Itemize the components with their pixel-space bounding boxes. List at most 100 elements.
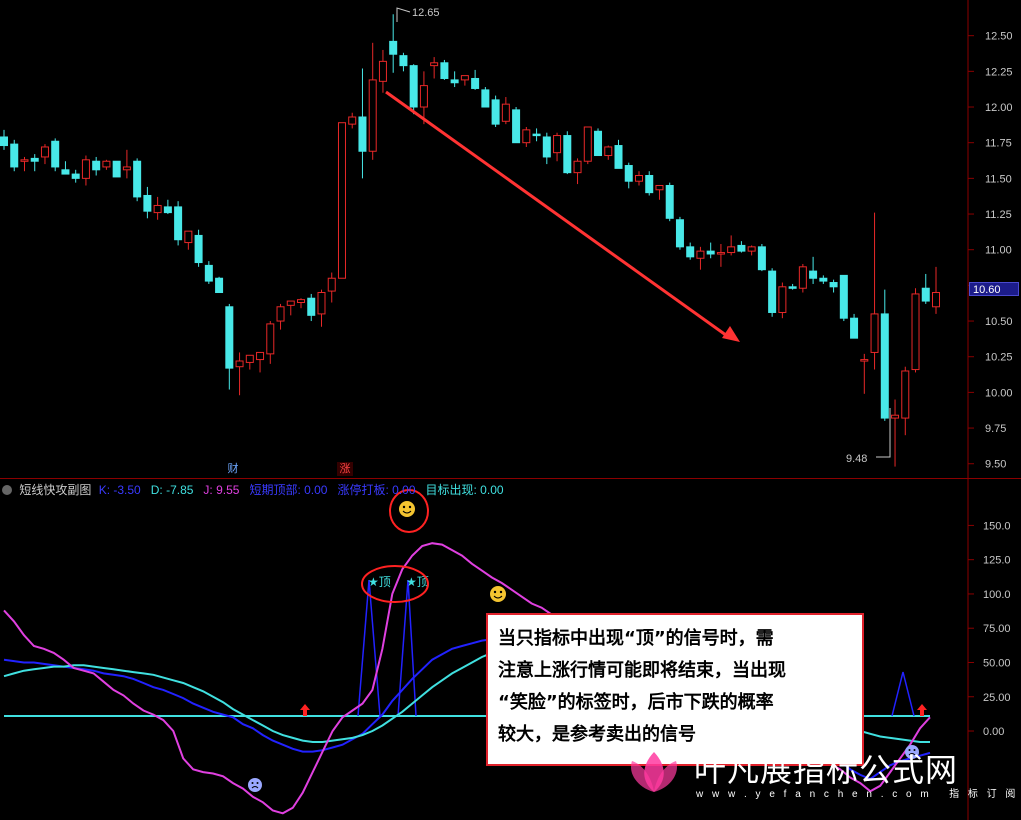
candle	[757, 243, 766, 272]
candle	[706, 242, 715, 259]
candle	[358, 68, 367, 179]
up-arrow-icon	[917, 704, 927, 716]
candle	[696, 246, 705, 270]
candle-body	[911, 293, 920, 371]
candle	[327, 272, 336, 303]
tail-spike	[891, 671, 915, 717]
candle	[522, 126, 531, 147]
candle	[204, 261, 213, 284]
candle	[747, 245, 756, 256]
candle-body	[430, 62, 439, 67]
candle-body	[747, 246, 756, 252]
candle	[737, 241, 746, 253]
candle	[153, 196, 162, 220]
trend-arrow-line	[385, 90, 731, 340]
indicator-tick-label: 0.00	[983, 726, 1004, 738]
candle	[133, 158, 142, 202]
candle	[778, 282, 787, 319]
candle	[634, 171, 643, 186]
candle-body	[460, 75, 469, 81]
indicator-header: 短线快攻副图 K: -3.50 D: -7.85 J: 9.55 短期顶部: 0.00…	[0, 481, 518, 497]
candle-body	[512, 109, 521, 144]
price-tick-label: 12.00	[985, 102, 1013, 114]
up-arrow-icon	[300, 704, 310, 716]
price-tick-label: 11.50	[985, 173, 1012, 185]
candle	[553, 132, 562, 162]
candle	[92, 156, 101, 176]
event-tag-limit-up: 涨	[337, 462, 353, 476]
candle-body	[839, 274, 848, 319]
candle	[235, 352, 244, 396]
legend-item: 涨停打板: 0.00	[337, 483, 416, 497]
candle	[122, 149, 131, 179]
candle	[10, 139, 19, 172]
candle	[256, 351, 265, 373]
watermark: 叶凡展指标公式网 w w w . y e f a n c h e n . c o…	[624, 745, 1015, 805]
candle-body	[553, 135, 562, 154]
candle	[850, 313, 859, 339]
candle-body	[51, 140, 60, 168]
candle-body	[194, 234, 203, 264]
candle	[809, 256, 818, 284]
candle-body	[788, 286, 797, 289]
candle-body	[307, 297, 316, 316]
candle-body	[727, 246, 736, 254]
candle-body	[286, 300, 295, 306]
candle	[30, 154, 39, 172]
candle-body	[153, 204, 162, 214]
candle	[788, 283, 797, 290]
candle-body	[297, 299, 306, 303]
candle-body	[604, 146, 613, 157]
candle-body	[163, 206, 172, 214]
candle	[112, 160, 121, 178]
candle	[409, 64, 418, 115]
candle-body	[522, 129, 531, 144]
candle-body	[932, 292, 940, 308]
low-price-label: 9.48	[846, 453, 867, 465]
candle	[870, 212, 879, 370]
legend-item: D: -7.85	[150, 483, 194, 497]
candle	[891, 399, 900, 467]
price-tick-label: 9.75	[985, 423, 1006, 435]
indicator-tick-label: 125.0	[983, 555, 1011, 567]
candle	[911, 288, 920, 373]
candle-body	[624, 165, 633, 182]
last-price-tag: 10.60	[969, 282, 1019, 296]
candle	[614, 139, 623, 169]
candle-body	[542, 136, 551, 158]
candle	[245, 354, 254, 370]
candle-body	[706, 250, 715, 255]
candle	[665, 182, 674, 222]
candle	[716, 243, 725, 267]
candle-body	[471, 77, 480, 89]
indicator-axis-ticks: 150.0 125.0 100.0 75.00 50.00 25.00 0.00	[968, 520, 1011, 738]
candle	[0, 129, 8, 150]
candle-body	[245, 354, 254, 363]
candle	[829, 279, 838, 293]
candle-body	[634, 175, 643, 182]
candle-body	[870, 313, 879, 353]
callout-line: 注意上涨行情可能即将结束，当出现	[498, 660, 786, 681]
legend-item: 短期顶部: 0.00	[249, 483, 328, 497]
candle	[501, 97, 510, 125]
candle-body	[563, 135, 572, 174]
candle	[839, 274, 848, 322]
candle-body	[368, 79, 377, 152]
price-tick-label: 12.25	[985, 66, 1013, 78]
candle-body	[768, 270, 777, 313]
candle	[225, 303, 234, 390]
candle	[20, 156, 29, 172]
candle-body	[716, 252, 725, 255]
candle	[143, 186, 152, 219]
indicator-tick-label: 25.00	[983, 692, 1011, 704]
candle	[583, 126, 592, 165]
price-tick-label: 11.00	[985, 245, 1012, 257]
candle	[399, 52, 408, 72]
trend-arrow-head	[722, 326, 740, 342]
callout-line: 当只指标中出现“顶”的信号时，需	[498, 628, 774, 649]
candle-body	[501, 103, 510, 122]
candle-body	[583, 126, 592, 162]
candle-body	[481, 89, 490, 108]
candle	[604, 145, 613, 160]
collapse-icon[interactable]	[2, 485, 12, 495]
